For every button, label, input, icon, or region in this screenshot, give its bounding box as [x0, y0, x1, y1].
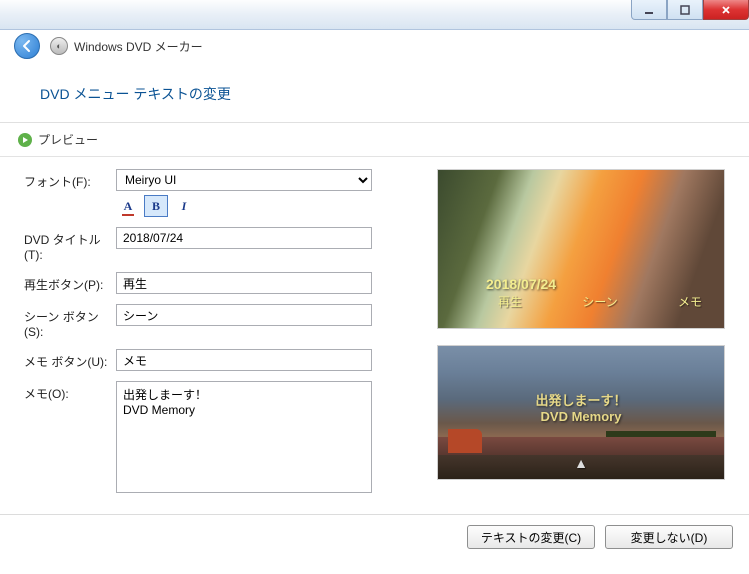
- preview-menu-memo: メモ: [678, 293, 702, 310]
- preview-column: 2018/07/24 再生 シーン メモ 出発しまーす！ DVD Memory …: [437, 169, 725, 506]
- preview-title-text: 2018/07/24: [486, 276, 556, 292]
- dvd-title-input[interactable]: [116, 227, 372, 249]
- window-controls: [631, 0, 749, 20]
- memo-textarea[interactable]: [116, 381, 372, 493]
- app-icon: ◐: [50, 37, 68, 55]
- close-button[interactable]: [703, 0, 749, 20]
- font-color-button[interactable]: A: [116, 195, 140, 217]
- bus-shape: [448, 429, 482, 453]
- play-button-input[interactable]: [116, 272, 372, 294]
- memo-label: メモ(O):: [24, 381, 116, 402]
- scene-button-input[interactable]: [116, 304, 372, 326]
- play-icon: [18, 133, 32, 147]
- header: ◐ Windows DVD メーカー: [0, 30, 749, 62]
- scene-button-label: シーン ボタン(S):: [24, 304, 116, 339]
- italic-button[interactable]: I: [172, 195, 196, 217]
- preview-menu-scene: シーン: [582, 293, 617, 310]
- cancel-button[interactable]: 変更しない(D): [605, 525, 733, 549]
- back-button[interactable]: [14, 33, 40, 59]
- preview-label: プレビュー: [38, 131, 98, 148]
- preview-main-menu: 2018/07/24 再生 シーン メモ: [437, 169, 725, 329]
- footer: テキストの変更(C) 変更しない(D): [0, 514, 749, 559]
- minimize-button[interactable]: [631, 0, 667, 20]
- font-select[interactable]: Meiryo UI: [116, 169, 372, 191]
- bold-button[interactable]: B: [144, 195, 168, 217]
- memo-button-input[interactable]: [116, 349, 372, 371]
- maximize-button[interactable]: [667, 0, 703, 20]
- preview-link[interactable]: プレビュー: [0, 123, 749, 157]
- form-column: フォント(F): Meiryo UI A B I DVD タイトル(T): 再生…: [24, 169, 413, 506]
- preview-menu-play: 再生: [498, 293, 522, 310]
- titlebar: [0, 0, 749, 30]
- up-arrow-icon: ▲: [574, 455, 588, 471]
- app-title: Windows DVD メーカー: [74, 38, 203, 55]
- section-title: DVD メニュー テキストの変更: [0, 62, 749, 123]
- preview-memo-text: 出発しまーす！ DVD Memory: [438, 390, 724, 424]
- memo-button-label: メモ ボタン(U):: [24, 349, 116, 370]
- play-button-label: 再生ボタン(P):: [24, 272, 116, 293]
- preview-menu-row: 再生 シーン メモ: [498, 293, 702, 310]
- change-text-button[interactable]: テキストの変更(C): [467, 525, 595, 549]
- preview-memo-screen: 出発しまーす！ DVD Memory ▲: [437, 345, 725, 480]
- font-label: フォント(F):: [24, 169, 116, 190]
- dvd-title-label: DVD タイトル(T):: [24, 227, 116, 262]
